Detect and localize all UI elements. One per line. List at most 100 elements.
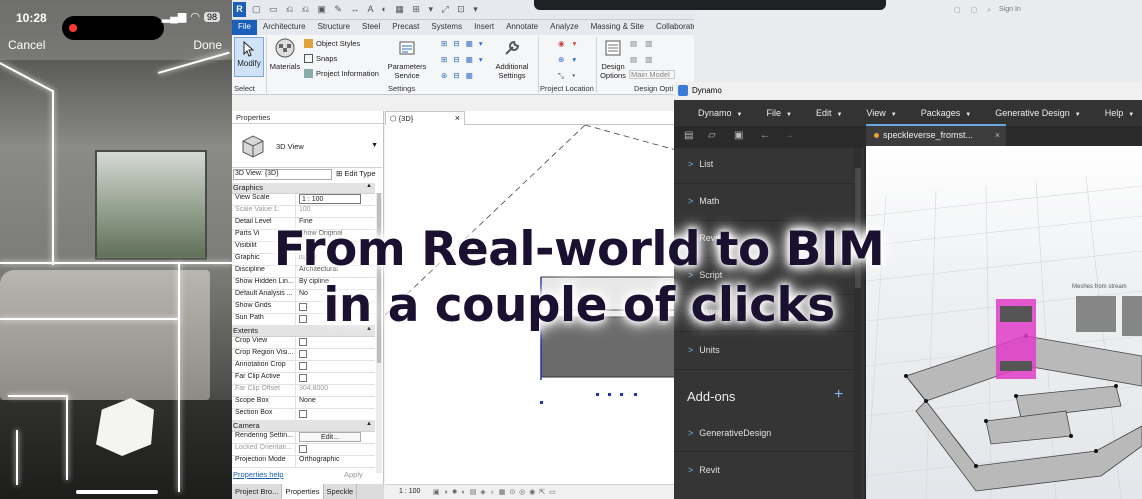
- position-icon[interactable]: ⤡ ▾: [558, 71, 578, 81]
- properties-help-link[interactable]: Properties help: [233, 470, 283, 479]
- tab-precast[interactable]: Precast: [386, 20, 425, 35]
- property-value[interactable]: 304.8000: [295, 385, 375, 396]
- tab-massing-site[interactable]: Massing & Site: [585, 20, 650, 35]
- property-section-camera[interactable]: Camera ▲: [232, 421, 375, 432]
- close-icon[interactable]: ×: [455, 113, 460, 123]
- toolbar-icons[interactable]: ▢ ▢ ⌕: [954, 6, 995, 15]
- materials-button[interactable]: Materials: [268, 38, 302, 71]
- property-row[interactable]: Far Clip Active: [232, 373, 375, 385]
- menu-file[interactable]: File ▼: [754, 108, 791, 118]
- menu-help[interactable]: Help ▼: [1093, 108, 1134, 118]
- tab-file[interactable]: File: [232, 20, 257, 35]
- property-value[interactable]: [295, 337, 375, 348]
- revit-logo-icon[interactable]: R: [233, 2, 246, 17]
- property-value[interactable]: [295, 409, 375, 420]
- property-row[interactable]: Annotation Crop: [232, 361, 375, 373]
- cancel-button[interactable]: Cancel: [8, 38, 45, 52]
- tab-annotate[interactable]: Annotate: [500, 20, 544, 35]
- selection-grip[interactable]: [596, 393, 599, 396]
- panel-select-label[interactable]: Select: [234, 84, 255, 93]
- menu-dynamo[interactable]: Dynamo ▼: [686, 108, 742, 118]
- tab-analyze[interactable]: Analyze: [544, 20, 584, 35]
- property-checkbox[interactable]: [299, 374, 307, 382]
- undo-icon[interactable]: ←: [760, 130, 770, 141]
- selection-grip[interactable]: [620, 393, 623, 396]
- apply-button[interactable]: Apply: [344, 470, 363, 479]
- property-value[interactable]: 1 : 100: [295, 194, 375, 205]
- tab-steel[interactable]: Steel: [356, 20, 386, 35]
- addon-item-revit[interactable]: > Revit: [688, 465, 720, 475]
- tab-structure[interactable]: Structure: [312, 20, 356, 35]
- redo-icon[interactable]: →: [784, 130, 794, 141]
- panel-design-options-label[interactable]: Design Opti: [634, 84, 673, 93]
- view-scale[interactable]: 1 : 100: [399, 488, 420, 495]
- property-row[interactable]: Projection Mode Orthographic: [232, 456, 375, 468]
- property-row[interactable]: Crop View: [232, 337, 375, 349]
- property-value[interactable]: Edit...: [295, 432, 375, 443]
- parameters-service-button[interactable]: Parameters Service: [385, 38, 429, 80]
- property-checkbox[interactable]: [299, 410, 307, 418]
- settings-small-icons[interactable]: ⊞ ⊟ ▦ ▾: [441, 39, 485, 48]
- settings-small-icons-3[interactable]: ⊛ ⊟ ▦: [441, 71, 475, 80]
- new-file-icon[interactable]: ▤: [684, 130, 693, 141]
- view-selector[interactable]: 3D View: {3D}: [233, 169, 332, 180]
- add-icon[interactable]: +: [834, 386, 843, 404]
- node-output[interactable]: [1000, 361, 1032, 371]
- property-value[interactable]: [295, 349, 375, 360]
- selection-grip[interactable]: [634, 393, 637, 396]
- property-value[interactable]: [295, 361, 375, 372]
- panel-settings-label[interactable]: Settings: [388, 84, 415, 93]
- property-checkbox[interactable]: [299, 445, 307, 453]
- property-value[interactable]: None: [295, 397, 375, 408]
- collapse-icon[interactable]: ▲: [366, 183, 372, 189]
- design-option-tools-2[interactable]: ▤ ▥: [630, 55, 655, 64]
- snaps-button[interactable]: Snaps: [304, 54, 337, 63]
- modify-button[interactable]: Modify: [234, 37, 264, 77]
- property-row[interactable]: View Scale 1 : 100: [232, 194, 375, 206]
- library-item-units[interactable]: > Units: [688, 345, 720, 355]
- chevron-down-icon[interactable]: ▼: [371, 142, 378, 149]
- tab-systems[interactable]: Systems: [425, 20, 468, 35]
- edit-type-button[interactable]: ⊞ Edit Type: [336, 169, 376, 178]
- property-row[interactable]: Scope Box None: [232, 397, 375, 409]
- property-value[interactable]: 100: [295, 206, 375, 217]
- view-tab-3d[interactable]: ⬡ {3D} ×: [385, 111, 465, 125]
- property-checkbox[interactable]: [299, 362, 307, 370]
- property-row[interactable]: Rendering Settin... Edit...: [232, 432, 375, 444]
- sign-in-link[interactable]: Sign In: [999, 6, 1021, 13]
- project-information-button[interactable]: Project Information: [304, 69, 379, 78]
- property-section-graphics[interactable]: Graphics ▲: [232, 183, 375, 194]
- edit-rendering-button[interactable]: Edit...: [299, 432, 361, 442]
- library-item-list[interactable]: > List: [688, 159, 713, 169]
- view-control-icons[interactable]: ▣ ◑ ✹ ◐ ▤ ◈ ♁ ▦ ⊙ ◎ ◉ ⇱ ▭: [433, 488, 557, 496]
- menu-generative-design[interactable]: Generative Design ▼: [983, 108, 1081, 118]
- workspace-tab[interactable]: speckleverse_fromst... ×: [866, 124, 1006, 146]
- addon-item-generativedesign[interactable]: > GenerativeDesign: [688, 428, 771, 438]
- property-value[interactable]: Orthographic: [295, 456, 375, 467]
- tab-speckle[interactable]: Speckle: [324, 484, 358, 499]
- property-row[interactable]: Scale Value 1: 100: [232, 206, 375, 218]
- property-row[interactable]: Far Clip Offset 304.8000: [232, 385, 375, 397]
- additional-settings-button[interactable]: Additional Settings: [492, 38, 532, 80]
- location-icon[interactable]: ◉ ▾: [558, 39, 579, 48]
- close-icon[interactable]: ×: [995, 130, 1000, 140]
- done-button[interactable]: Done: [193, 38, 222, 52]
- menu-view[interactable]: View ▼: [854, 108, 896, 118]
- panel-project-location-label[interactable]: Project Location: [540, 84, 594, 93]
- selection-grip[interactable]: [540, 401, 543, 404]
- tab-architecture[interactable]: Architecture: [257, 20, 312, 35]
- library-item-math[interactable]: > Math: [688, 196, 719, 206]
- property-value[interactable]: [295, 444, 375, 455]
- tab-collaborate[interactable]: Collaborate: [650, 20, 694, 35]
- quick-access-icons[interactable]: ▢ ▭ ⎌ ⎌ ▣ ✎ ↔ A ◐ ▦ ⊞ ▾ ⤢ ⊡ ▾: [252, 4, 481, 15]
- coordinates-icon[interactable]: ⊕ ▾: [558, 55, 579, 64]
- property-row[interactable]: Crop Region Visi...: [232, 349, 375, 361]
- tab-insert[interactable]: Insert: [468, 20, 500, 35]
- type-selector[interactable]: 3D View ▼: [232, 124, 382, 168]
- tab-properties[interactable]: Properties: [282, 484, 324, 499]
- open-folder-icon[interactable]: ▱: [708, 130, 716, 141]
- property-row[interactable]: Section Box: [232, 409, 375, 421]
- design-options-button[interactable]: Design Options: [598, 38, 628, 80]
- settings-small-icons-2[interactable]: ⊞ ⊟ ▦ ▾: [441, 55, 485, 64]
- save-icon[interactable]: ▣: [734, 130, 743, 141]
